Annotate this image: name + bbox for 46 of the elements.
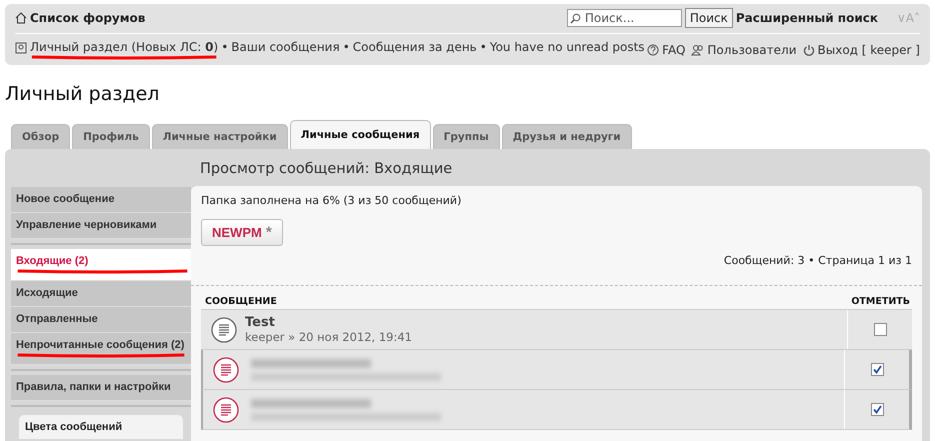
tab[interactable]: Личные настройки xyxy=(152,124,288,149)
search-icon xyxy=(570,13,581,24)
sidebar-item[interactable]: Входящие (2) xyxy=(11,249,194,281)
sidebar-item[interactable]: Непрочитанные сообщения (2) xyxy=(11,333,191,365)
checkbox[interactable] xyxy=(874,323,886,336)
separator-dot: • xyxy=(342,40,350,54)
user-link[interactable]: Сообщения за день xyxy=(352,40,477,54)
newpm-button[interactable]: NEWPM * xyxy=(201,219,283,246)
header-link[interactable]: Выход [ keeper ] xyxy=(818,43,920,57)
user-link[interactable]: Личный раздел (Новых ЛС: 0) xyxy=(30,40,218,60)
user-icon xyxy=(15,42,27,54)
tab[interactable]: Личные сообщения xyxy=(290,120,431,149)
sidebar-item[interactable]: Отправленные xyxy=(11,307,191,333)
section-heading: Просмотр сообщений: Входящие xyxy=(200,161,454,177)
user-link[interactable]: Ваши сообщения xyxy=(231,40,340,54)
help-icon xyxy=(647,44,660,56)
message-title[interactable]: Test xyxy=(245,315,412,330)
folder-status: Папка заполнена на 6% (3 из 50 сообщений) xyxy=(201,194,462,207)
search-button[interactable]: Поиск xyxy=(684,8,733,28)
colors-heading: Цвета сообщений xyxy=(19,415,183,439)
forum-index-link[interactable]: Список форумов xyxy=(30,11,146,25)
home-icon xyxy=(15,12,27,24)
sidebar-item[interactable]: Новое сообщение xyxy=(11,187,191,213)
page-title: Личный раздел xyxy=(5,83,160,105)
search-field[interactable]: Поиск... xyxy=(566,9,682,27)
header-link[interactable]: FAQ xyxy=(662,43,686,57)
separator-dot: • xyxy=(480,40,487,54)
column-header: ОТМЕТИТЬ xyxy=(851,296,910,307)
advanced-search-link[interactable]: Расширенный поиск xyxy=(736,11,878,25)
tab[interactable]: Группы xyxy=(432,124,500,149)
tab[interactable]: Обзор xyxy=(11,124,70,149)
sidebar-item[interactable]: Исходящие xyxy=(11,281,191,307)
checkbox[interactable] xyxy=(870,363,884,376)
column-header: СООБЩЕНИЕ xyxy=(205,296,277,307)
header-link[interactable]: Пользователи xyxy=(707,43,797,57)
sidebar-item[interactable]: Правила, папки и настройки xyxy=(11,375,191,401)
separator-dot: • xyxy=(221,40,228,54)
tab[interactable]: Профиль xyxy=(72,124,150,149)
users-icon xyxy=(691,44,704,56)
pagination-text: Сообщений: 3 • Страница 1 из 1 xyxy=(722,254,912,267)
checkbox[interactable] xyxy=(870,403,884,416)
tab[interactable]: Друзья и недруги xyxy=(502,124,632,149)
user-link[interactable]: You have no unread posts xyxy=(490,40,645,54)
sidebar-item[interactable]: Управление черновиками xyxy=(11,213,191,239)
power-icon xyxy=(802,44,815,56)
message-meta: keeper » 20 ноя 2012, 19:41 xyxy=(245,330,412,344)
